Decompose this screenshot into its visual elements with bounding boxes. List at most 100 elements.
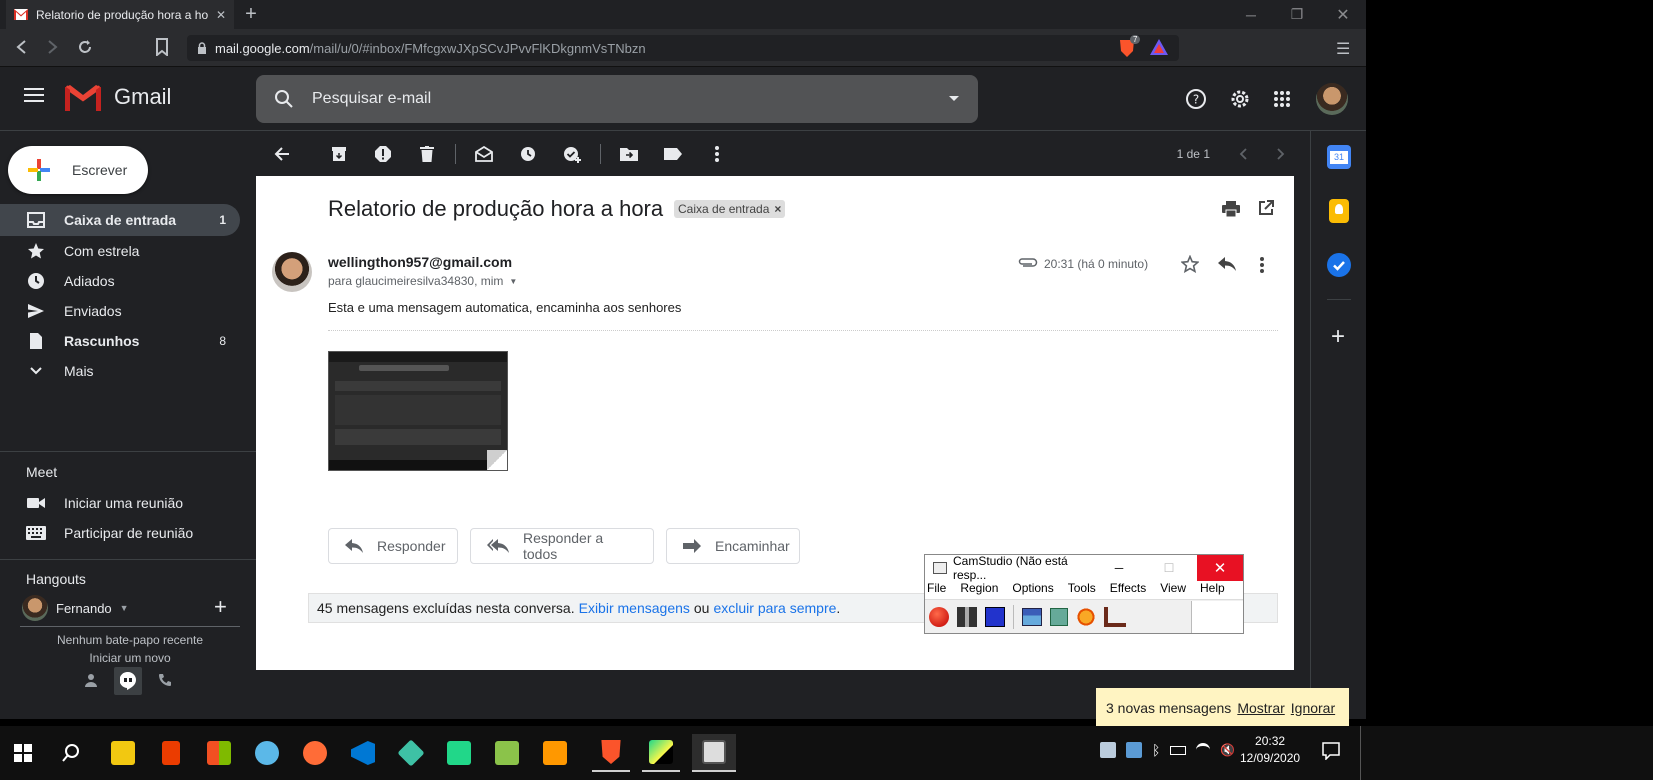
tray-app-icon[interactable] [1126, 742, 1142, 758]
menu-help[interactable]: Help [1200, 581, 1225, 599]
git-app-icon[interactable] [392, 734, 430, 772]
apps-grid-icon[interactable] [1274, 91, 1290, 107]
add-chat-icon[interactable]: + [214, 596, 227, 618]
window-close-button[interactable]: ✕ [1320, 0, 1366, 29]
camstudio-app-icon[interactable] [692, 734, 736, 772]
star-message-icon[interactable] [1181, 255, 1199, 273]
add-addon-icon[interactable]: + [1331, 325, 1345, 349]
sublime-app-icon[interactable] [536, 734, 574, 772]
delete-button[interactable] [405, 132, 449, 176]
print-icon[interactable] [1222, 200, 1240, 218]
recipients-line[interactable]: para glaucimeiresilva34830, mim ▼ [328, 274, 517, 288]
sender-avatar[interactable] [272, 252, 312, 292]
menu-effects[interactable]: Effects [1110, 581, 1146, 599]
brave-rewards-icon[interactable] [1150, 39, 1168, 55]
forward-button[interactable] [42, 37, 62, 57]
tasks-icon[interactable] [1327, 253, 1351, 277]
browser-menu-icon[interactable]: ☰ [1336, 39, 1350, 59]
volume-muted-icon[interactable]: 🔇 [1220, 743, 1235, 757]
label-chip[interactable]: Caixa de entrada × [674, 200, 786, 218]
hangouts-start-new-link[interactable]: Iniciar um novo [20, 649, 240, 662]
hangouts-user[interactable]: Fernando ▼ [22, 595, 129, 621]
brave-app-icon[interactable] [592, 734, 630, 772]
minimize-button[interactable]: ─ [1228, 0, 1274, 29]
notification-show-link[interactable]: Mostrar [1237, 700, 1284, 716]
compose-button[interactable]: Escrever [8, 146, 148, 194]
show-messages-link[interactable]: Exibir mensagens [579, 600, 690, 616]
search-icon[interactable] [274, 89, 294, 109]
reload-button[interactable] [75, 37, 95, 57]
paint3d-app-icon[interactable] [248, 734, 286, 772]
store-app-icon[interactable] [200, 734, 238, 772]
sidebar-item-inbox[interactable]: Caixa de entrada 1 [0, 204, 240, 236]
meet-start-meeting[interactable]: Iniciar uma reunião [0, 487, 240, 519]
notification-center-icon[interactable] [1322, 742, 1340, 760]
gmail-logo[interactable]: Gmail [64, 83, 171, 111]
menu-view[interactable]: View [1160, 581, 1186, 599]
older-chevron-right-icon[interactable] [1262, 132, 1300, 176]
sidebar-item-starred[interactable]: Com estrela [0, 235, 240, 267]
labels-button[interactable] [651, 132, 695, 176]
start-windows-icon[interactable] [4, 734, 42, 772]
bookmark-button[interactable] [155, 38, 169, 56]
menu-file[interactable]: File [927, 581, 946, 599]
account-avatar[interactable] [1316, 83, 1348, 115]
sidebar-item-sent[interactable]: Enviados [0, 295, 240, 327]
pycharm-app-icon[interactable] [642, 734, 680, 772]
meet-join-meeting[interactable]: Participar de reunião [0, 517, 240, 549]
stop-button[interactable] [985, 606, 1005, 627]
pycharm-edu-app-icon[interactable] [440, 734, 478, 772]
options-sun-icon[interactable] [1076, 606, 1096, 627]
browser-tab[interactable]: Relatorio de produção hora a hora ✕ [6, 0, 234, 29]
address-bar[interactable]: mail.google.com/mail/u/0/#inbox/FMfcgxwJ… [187, 35, 1179, 61]
main-menu-icon[interactable] [24, 87, 44, 103]
attachment-thumbnail[interactable] [328, 351, 508, 471]
search-bar[interactable]: Pesquisar e-mail [256, 75, 978, 123]
sidebar-item-more[interactable]: Mais [0, 355, 240, 387]
menu-tools[interactable]: Tools [1068, 581, 1096, 599]
autopan-icon[interactable] [1104, 606, 1126, 627]
move-to-button[interactable] [607, 132, 651, 176]
notification-ignore-link[interactable]: Ignorar [1291, 700, 1335, 716]
menu-region[interactable]: Region [960, 581, 998, 599]
taskbar-search-icon[interactable] [52, 734, 90, 772]
powerbi-app-icon[interactable] [104, 734, 142, 772]
restore-button[interactable]: ❐ [1274, 0, 1320, 29]
contacts-person-icon[interactable] [84, 673, 98, 687]
message-more-icon[interactable] [1260, 257, 1264, 273]
camstudio-minimize-button[interactable]: ─ [1097, 561, 1141, 575]
open-new-window-icon[interactable] [1258, 200, 1274, 216]
region-icon[interactable] [1022, 607, 1042, 626]
back-button[interactable] [12, 37, 32, 57]
back-to-inbox-button[interactable] [260, 132, 304, 176]
help-icon[interactable]: ? [1185, 88, 1207, 110]
menu-options[interactable]: Options [1012, 581, 1053, 599]
delete-forever-link[interactable]: excluir para sempre [713, 600, 836, 616]
search-options-icon[interactable] [948, 95, 960, 103]
hangouts-chat-icon[interactable] [114, 667, 142, 695]
taskbar-clock[interactable]: 20:32 12/09/2020 [1240, 733, 1300, 767]
add-to-tasks-button[interactable] [550, 132, 594, 176]
show-desktop-button[interactable] [1360, 726, 1361, 780]
reply-all-button[interactable]: Responder a todos [470, 528, 654, 564]
calendar-icon[interactable]: 31 [1327, 145, 1351, 169]
snooze-button[interactable] [506, 132, 550, 176]
vscode-app-icon[interactable] [344, 734, 382, 772]
camstudio-maximize-button[interactable]: ☐ [1147, 561, 1191, 575]
reply-button[interactable]: Responder [328, 528, 458, 564]
report-spam-button[interactable] [361, 132, 405, 176]
settings-gear-icon[interactable] [1229, 88, 1251, 110]
phone-icon[interactable] [158, 673, 172, 687]
camstudio-close-button[interactable]: ✕ [1197, 555, 1243, 581]
office-app-icon[interactable] [152, 734, 190, 772]
tray-app-icon[interactable] [1100, 742, 1116, 758]
keep-icon[interactable] [1329, 199, 1349, 223]
remove-label-icon[interactable]: × [774, 202, 781, 216]
show-details-icon[interactable]: ▼ [509, 277, 517, 286]
newer-chevron-left-icon[interactable] [1224, 132, 1262, 176]
postman-app-icon[interactable] [296, 734, 334, 772]
annotation-icon[interactable] [1050, 607, 1068, 626]
archive-button[interactable] [317, 132, 361, 176]
brave-shield-icon[interactable]: 7 [1118, 35, 1141, 58]
lambda-app-icon[interactable] [488, 734, 526, 772]
